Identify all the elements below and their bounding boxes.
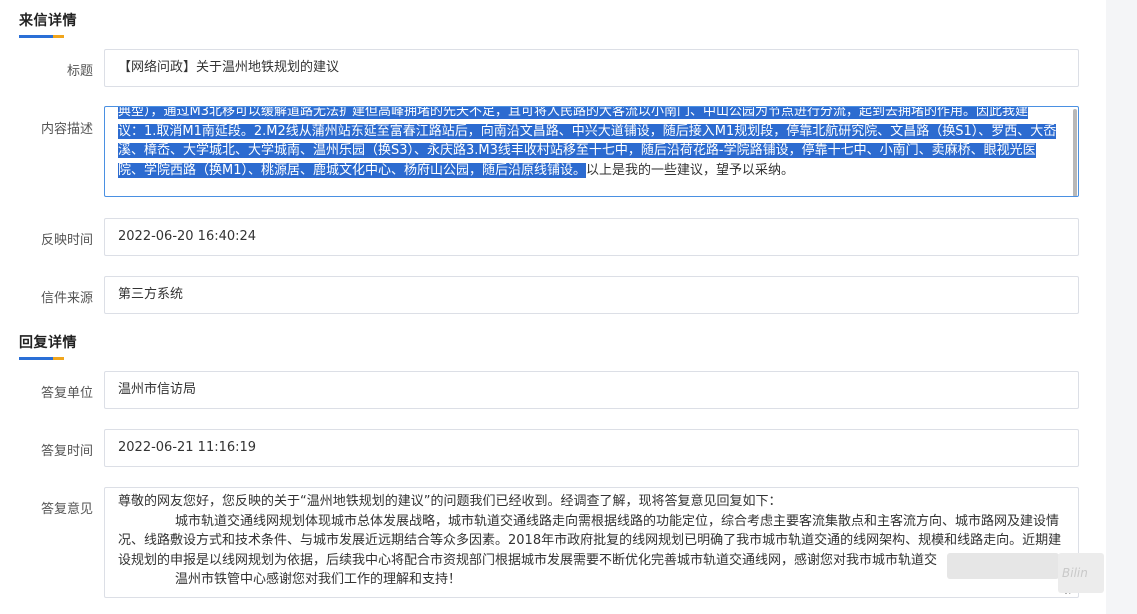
content-line: 院、学院西路（换M1）、桃源居、鹿城文化中心、杨府山公园，随后沿原线铺设。以上是… bbox=[118, 162, 795, 178]
reply-line: 城市轨道交通线网规划体现城市总体发展战略，城市轨道交通线路走向需根据线路的功能定… bbox=[175, 513, 1060, 529]
letter-detail-page: 来信详情 标题 【网络问政】关于温州地铁规划的建议 内容描述 典型），通过M3北… bbox=[0, 0, 1137, 614]
content-textarea[interactable]: 典型），通过M3北移可以缓解道路无法扩建但高峰拥堵的先天不足，且可将人民路的大客… bbox=[104, 106, 1079, 197]
content-label: 内容描述 bbox=[40, 122, 93, 137]
report-time-label: 反映时间 bbox=[40, 233, 93, 248]
section-title-letter: 来信详情 bbox=[19, 13, 77, 29]
reply-line: 尊敬的网友您好，您反映的关于“温州地铁规划的建议”的问题我们已经收到。经调查了解… bbox=[118, 494, 782, 509]
content-line: 溪、樟岙、大学城北、大学城南、温州乐园（换S3）、永庆路3.M3线丰收村站移至十… bbox=[118, 143, 1036, 158]
reply-time-field[interactable]: 2022-06-21 11:16:19 bbox=[104, 429, 1079, 467]
reply-line: 况、线路敷设方式和技术条件、与城市发展近远期结合等众多因素。2018年市政府批复… bbox=[118, 533, 1062, 548]
report-time-field[interactable]: 2022-06-20 16:40:24 bbox=[104, 218, 1079, 256]
reply-line: 温州市铁管中心感谢您对我们工作的理解和支持！ bbox=[175, 572, 462, 587]
reply-unit-label: 答复单位 bbox=[40, 386, 93, 401]
content-line: 议：1.取消M1南延段。2.M2线从蒲州站东延至富春江路站后，向南沿文昌路、中兴… bbox=[118, 123, 1057, 139]
content-text: 典型），通过M3北移可以缓解道路无法扩建但高峰拥堵的先天不足，且可将人民路的大客… bbox=[118, 106, 1066, 180]
source-label: 信件来源 bbox=[40, 291, 93, 306]
reply-time-label: 答复时间 bbox=[40, 444, 93, 459]
content-line: 典型），通过M3北移可以缓解道路无法扩建但高峰拥堵的先天不足，且可将人民路的大客… bbox=[118, 106, 1028, 119]
reply-opinion-label: 答复意见 bbox=[40, 502, 93, 517]
watermark: Bilin bbox=[1062, 566, 1088, 580]
content-tail: 以上是我的一些建议，望予以采纳。 bbox=[586, 162, 795, 178]
reply-unit-field[interactable]: 温州市信访局 bbox=[104, 371, 1079, 409]
subject-field[interactable]: 【网络问政】关于温州地铁规划的建议 bbox=[104, 49, 1079, 87]
reply-opinion-textarea[interactable]: 尊敬的网友您好，您反映的关于“温州地铁规划的建议”的问题我们已经收到。经调查了解… bbox=[104, 487, 1079, 598]
section-title-underline bbox=[19, 357, 64, 360]
right-sidebar-strip bbox=[1106, 0, 1137, 614]
section-title-underline bbox=[19, 35, 64, 38]
subject-label: 标题 bbox=[66, 64, 93, 79]
redaction-blur bbox=[947, 553, 1059, 579]
section-title-reply: 回复详情 bbox=[19, 335, 77, 351]
content-scrollbar[interactable] bbox=[1073, 109, 1077, 196]
source-field[interactable]: 第三方系统 bbox=[104, 276, 1079, 314]
reply-line: 设规划的申报是以线网规划为依据，后续我中心将配合市资规部门根据城市发展需要不断优… bbox=[118, 552, 938, 568]
